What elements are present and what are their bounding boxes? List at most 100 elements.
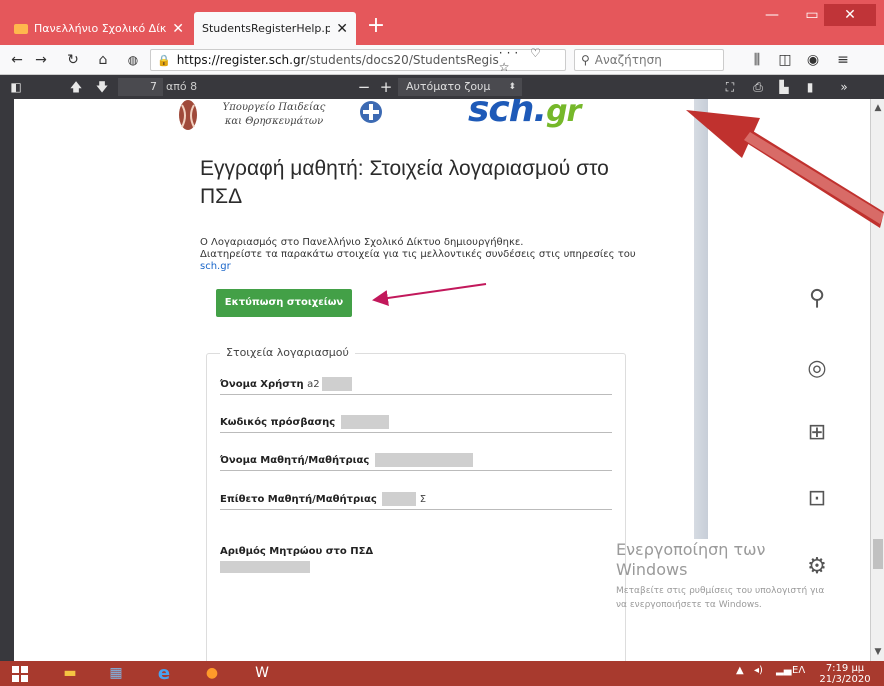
page-actions-icon[interactable]: ··· ♡ ☆ [499, 46, 565, 74]
forward-icon[interactable]: → [30, 49, 52, 71]
watermark-title: Ενεργοποίηση των Windows [616, 540, 766, 579]
file-explorer-icon[interactable]: ▬ [58, 663, 82, 684]
minimize-icon[interactable]: — [750, 4, 794, 26]
scrollbar-thumb[interactable] [873, 539, 883, 569]
zoom-value: Αυτόματο ζουμ [406, 80, 491, 93]
vertical-scrollbar[interactable]: ▲ ▼ [870, 99, 884, 661]
tab-pdf[interactable]: StudentsRegisterHelp.pdf ✕ [194, 12, 356, 45]
close-tab-icon[interactable]: ✕ [172, 21, 184, 37]
page-edge [694, 99, 708, 539]
field-label: Όνομα Μαθητή/Μαθήτριας [220, 455, 370, 466]
tab-sch-portal[interactable]: Πανελλήνιο Σχολικό Δίκτυο - Ε ✕ [6, 12, 192, 45]
language-indicator[interactable]: ΕΛ [792, 665, 805, 676]
control-panel-icon[interactable]: ▦ [104, 663, 128, 684]
search-icon: ⚲ [581, 53, 590, 67]
library-icon[interactable]: ⫼ [746, 49, 768, 71]
shield-icon[interactable]: ◍ [122, 49, 144, 71]
pdf-toolbar: ◧ 🡅 🡇 7 από 8 − + Αυτόματο ζουμ ⬍ ⛶ ⎙ ▙ … [0, 75, 884, 99]
save-icon[interactable]: ▙ [774, 77, 794, 97]
zoom-in-button[interactable]: + [376, 77, 396, 97]
home-icon[interactable]: ⌂ [92, 49, 114, 71]
next-page-icon[interactable]: 🡇 [92, 77, 112, 97]
student-first-name-field: Όνομα Μαθητή/Μαθήτριας [220, 451, 612, 471]
sch-gr-logo: sch.gr [468, 99, 581, 130]
navigation-bar: ← → ↻ ⌂ ◍ 🔒 https://register.sch.gr /stu… [0, 45, 884, 75]
zoom-out-button[interactable]: − [354, 77, 374, 97]
new-tab-button[interactable]: + [362, 12, 390, 42]
url-host: https://register.sch.gr [176, 53, 306, 67]
ministry-emblem-icon [179, 100, 197, 130]
url-path: /students/docs20/StudentsRegis [305, 53, 499, 67]
tab-bar: Πανελλήνιο Σχολικό Δίκτυο - Ε ✕ Students… [0, 0, 884, 45]
windows-activation-watermark: Ενεργοποίηση των Windows Μεταβείτε στις … [616, 540, 828, 612]
close-window-icon[interactable]: ✕ [824, 4, 876, 26]
close-tab-icon[interactable]: ✕ [336, 21, 348, 37]
url-bar[interactable]: 🔒 https://register.sch.gr /students/docs… [150, 46, 566, 74]
search-input[interactable]: ⚲ Αναζήτηση [574, 49, 724, 71]
print-details-button[interactable]: Εκτύπωση στοιχείων [216, 289, 352, 317]
clock-time: 7:19 μμ [825, 663, 865, 674]
bookmark-icon[interactable]: ▮ [800, 77, 820, 97]
tools-icon[interactable]: » [834, 77, 854, 97]
field-label: Αριθμός Μητρώου στο ΠΣΔ [220, 546, 374, 557]
firefox-icon[interactable]: ● [200, 663, 224, 684]
redacted-value [374, 453, 473, 467]
page-count: από 8 [166, 80, 198, 93]
page-title: Εγγραφή μαθητή: Στοιχεία λογαριασμού στο… [200, 157, 609, 208]
windows-taskbar: ▬ ▦ e ● W ▲ ◂) ▂▄ ΕΛ 7:19 μμ 21/3/2020 [0, 661, 884, 686]
greek-flag-emblem-icon [360, 101, 382, 123]
tray-chevron-icon[interactable]: ▲ [736, 665, 744, 676]
volume-icon[interactable]: ◂) [754, 665, 763, 676]
field-value: Σ [419, 494, 427, 505]
account-icon[interactable]: ◉ [802, 49, 824, 71]
print-icon[interactable]: ⎙ [748, 77, 768, 97]
share-charm-icon[interactable]: ◎ [804, 356, 830, 382]
redacted-value [220, 561, 310, 573]
field-value: a2 [307, 379, 320, 390]
password-field: Κωδικός πρόσβασης [220, 413, 612, 433]
field-label: Επίθετο Μαθητή/Μαθήτριας [220, 494, 377, 505]
logo-main: sch. [468, 99, 547, 130]
page-number-input[interactable]: 7 [118, 78, 163, 96]
ministry-name: Υπουργείο Παιδείας και Θρησκευμάτων [204, 101, 344, 129]
chevron-down-icon: ⬍ [508, 82, 516, 92]
back-icon[interactable]: ← [6, 49, 28, 71]
zoom-select[interactable]: Αυτόματο ζουμ ⬍ [398, 78, 522, 96]
network-icon[interactable]: ▂▄ [776, 665, 791, 676]
search-placeholder: Αναζήτηση [594, 53, 662, 67]
tab-label: StudentsRegisterHelp.pdf [202, 22, 331, 35]
tab-label: Πανελλήνιο Σχολικό Δίκτυο - Ε [34, 22, 167, 35]
sch-favicon-icon [14, 23, 28, 34]
sch-gr-link[interactable]: sch.gr [200, 261, 660, 273]
logo-suffix: gr [546, 99, 581, 129]
word-icon[interactable]: W [250, 663, 274, 684]
username-field: Όνομα Χρήστη a2 [220, 375, 612, 395]
reload-icon[interactable]: ↻ [62, 49, 84, 71]
field-label: Κωδικός πρόσβασης [220, 417, 336, 428]
scroll-up-icon[interactable]: ▲ [871, 103, 884, 113]
pdf-page: Υπουργείο Παιδείας και Θρησκευμάτων sch.… [164, 99, 694, 661]
start-charm-icon[interactable]: ⊞ [804, 420, 830, 446]
redacted-value [340, 415, 389, 429]
scroll-down-icon[interactable]: ▼ [871, 647, 884, 657]
clock-date: 21/3/2020 [819, 674, 871, 685]
search-charm-icon[interactable]: ⚲ [804, 286, 830, 312]
redacted-value [321, 377, 352, 391]
registry-number-field: Αριθμός Μητρώου στο ΠΣΔ [220, 542, 612, 562]
account-created-message: Ο Λογαριασμός στο Πανελλήνιο Σχολικό Δίκ… [200, 237, 660, 273]
windows-start-icon[interactable] [8, 663, 32, 684]
student-last-name-field: Επίθετο Μαθητή/Μαθήτριας Σ [220, 490, 612, 510]
watermark-subtitle: Μεταβείτε στις ρυθμίσεις του υπολογιστή … [616, 586, 825, 610]
devices-charm-icon[interactable]: ⊡ [804, 486, 830, 512]
redacted-value [382, 492, 417, 506]
field-label: Όνομα Χρήστη [220, 379, 304, 390]
presentation-mode-icon[interactable]: ⛶ [720, 77, 740, 97]
toggle-sidebar-icon[interactable]: ◧ [6, 77, 26, 97]
menu-icon[interactable]: ≡ [832, 49, 854, 71]
previous-page-icon[interactable]: 🡅 [66, 77, 86, 97]
sidebar-icon[interactable]: ◫ [774, 49, 796, 71]
internet-explorer-icon[interactable]: e [152, 663, 176, 684]
ministry-line-2: και Θρησκευμάτων [224, 116, 324, 127]
message-line-1: Ο Λογαριασμός στο Πανελλήνιο Σχολικό Δίκ… [200, 237, 524, 248]
system-clock[interactable]: 7:19 μμ 21/3/2020 [814, 663, 876, 685]
